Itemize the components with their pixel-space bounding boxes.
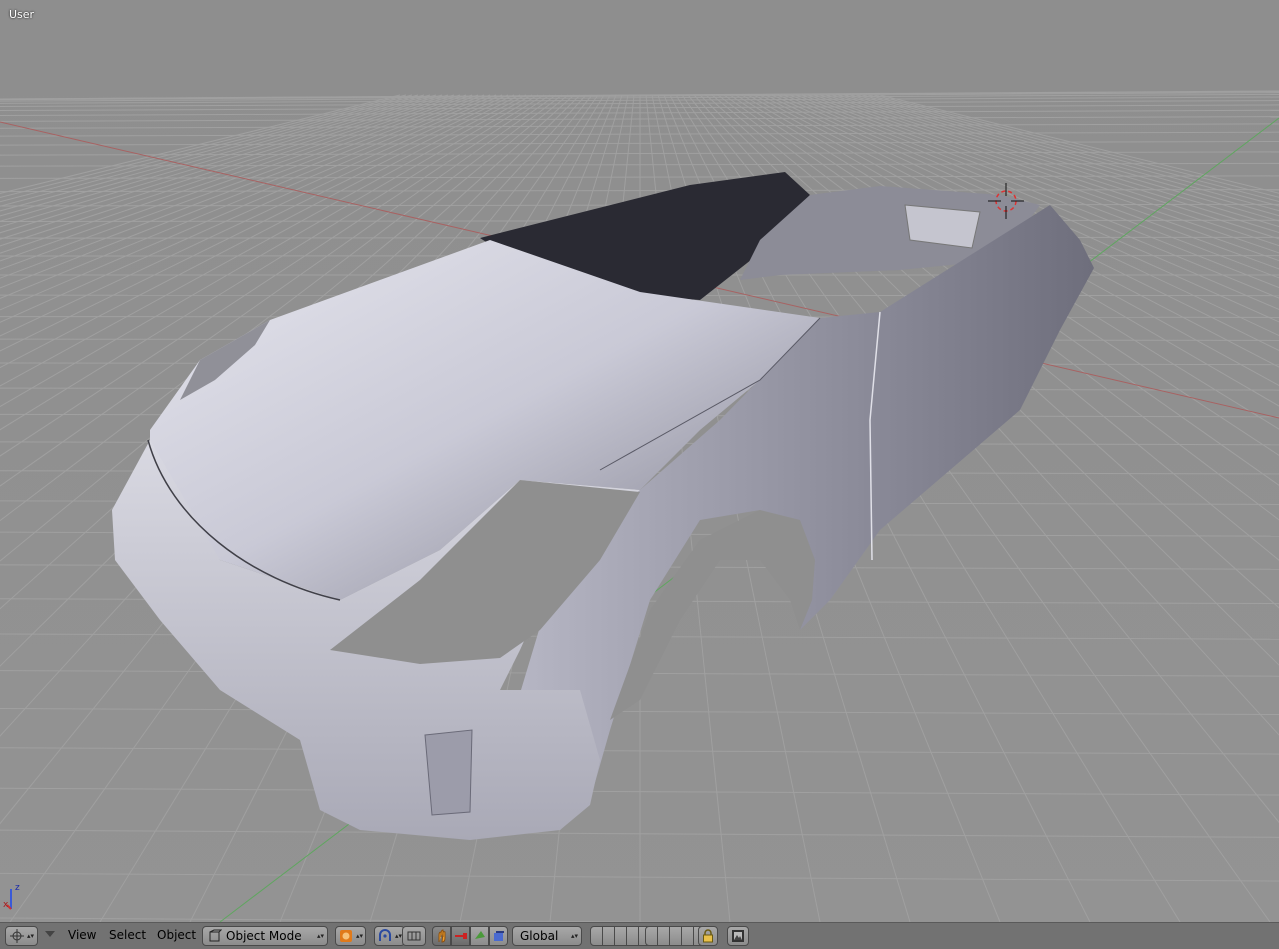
lock-icon — [700, 928, 716, 944]
front-vent — [424, 729, 473, 816]
layer-button[interactable] — [590, 926, 603, 946]
layer-button[interactable] — [670, 926, 682, 946]
render-preview-button[interactable] — [727, 926, 749, 946]
chevron-updown-icon: ▴▾ — [316, 932, 324, 940]
lock-layers-button[interactable] — [698, 926, 718, 946]
view-label: User — [9, 8, 35, 21]
chevron-updown-icon: ▴▾ — [355, 932, 364, 940]
snap-toggle[interactable] — [402, 926, 426, 946]
scale-icon — [491, 928, 507, 944]
pivot-point-selector[interactable]: ▴▾ — [374, 926, 405, 946]
manipulator-toggle-icon — [434, 928, 450, 944]
layer-button[interactable] — [645, 926, 658, 946]
layer-button[interactable] — [615, 926, 627, 946]
render-preview-icon — [730, 928, 746, 944]
rotate-icon — [472, 928, 488, 944]
manipulator-toggle-button[interactable] — [432, 926, 451, 946]
3d-viewport[interactable]: z x User — [0, 0, 1279, 922]
viewport-scene: z x — [0, 0, 1279, 922]
layer-button[interactable] — [627, 926, 639, 946]
blender-window: z x User ▴▾ View Select Object Object Mo… — [0, 0, 1279, 949]
editor-type-selector[interactable]: ▴▾ — [5, 926, 38, 946]
mode-selector[interactable]: Object Mode ▴▾ — [202, 926, 328, 946]
orientation-selector-label: Global — [520, 929, 559, 943]
layer-button[interactable] — [603, 926, 615, 946]
chevron-updown-icon: ▴▾ — [394, 932, 403, 940]
viewport-3d-icon — [9, 928, 25, 944]
view-menu[interactable]: View — [68, 928, 96, 942]
chevron-updown-icon: ▴▾ — [570, 932, 578, 940]
header-collapse-toggle[interactable] — [45, 928, 55, 942]
rotate-manipulator-button[interactable] — [470, 926, 489, 946]
chevron-updown-icon: ▴▾ — [26, 932, 35, 940]
mode-selector-label: Object Mode — [226, 929, 302, 943]
layer-button[interactable] — [682, 926, 694, 946]
pivot-point-icon — [377, 928, 393, 944]
layer-button[interactable] — [658, 926, 670, 946]
viewport-shading-selector[interactable]: ▴▾ — [335, 926, 366, 946]
solid-shading-icon — [338, 928, 354, 944]
orientation-selector[interactable]: Global ▴▾ — [512, 926, 582, 946]
snap-grid-icon — [406, 928, 422, 944]
select-menu[interactable]: Select — [109, 928, 146, 942]
viewport-header: ▴▾ View Select Object Object Mode ▴▾ ▴▾ … — [0, 922, 1279, 949]
axis-gizmo-z-label: z — [15, 883, 20, 893]
scene-layers-group-2[interactable] — [645, 926, 706, 946]
axis-gizmo-x-label: x — [3, 900, 9, 910]
scale-manipulator-button[interactable] — [489, 926, 508, 946]
translate-icon — [453, 928, 469, 944]
object-mode-icon — [207, 928, 223, 944]
scene-layers-group-1[interactable] — [590, 926, 651, 946]
object-menu[interactable]: Object — [157, 928, 196, 942]
translate-manipulator-button[interactable] — [451, 926, 470, 946]
